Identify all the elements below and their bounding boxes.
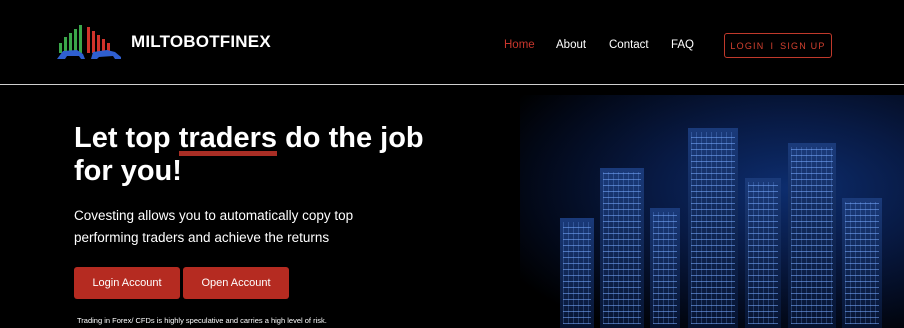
bull-bear-logo-icon xyxy=(57,25,121,59)
nav-home[interactable]: Home xyxy=(504,39,535,51)
hero-title: Let top traders do the job for you! xyxy=(74,122,454,188)
nav-faq[interactable]: FAQ xyxy=(671,39,694,51)
risk-disclaimer: Trading in Forex/ CFDs is highly specula… xyxy=(77,316,327,325)
login-signup-button[interactable]: LOGIN I SIGN UP xyxy=(724,33,832,58)
brand-name: MILTOBOTFINEX xyxy=(131,32,271,51)
nav-about[interactable]: About xyxy=(556,39,586,51)
brand-logo[interactable]: MILTOBOTFINEX xyxy=(55,20,271,64)
site-header: MILTOBOTFINEX Home About Contact FAQ LOG… xyxy=(0,0,904,85)
signup-link[interactable]: SIGN UP xyxy=(780,41,825,51)
auth-separator: I xyxy=(770,40,775,51)
city-skyline-image xyxy=(520,95,904,328)
login-account-button[interactable]: Login Account xyxy=(74,267,180,299)
nav-contact[interactable]: Contact xyxy=(609,39,649,51)
hero-subtitle: Covesting allows you to automatically co… xyxy=(74,208,354,245)
hero-title-start: Let top xyxy=(74,122,179,154)
open-account-button[interactable]: Open Account xyxy=(183,267,289,299)
login-link[interactable]: LOGIN xyxy=(730,41,764,51)
hero-title-highlight: traders xyxy=(178,122,278,154)
